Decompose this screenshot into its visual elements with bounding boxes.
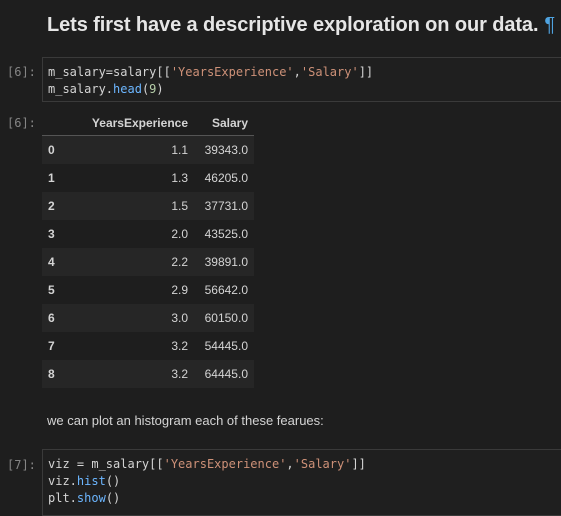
row-index: 5 — [48, 283, 55, 297]
table-row: 7 3.2 54445.0 — [42, 332, 254, 360]
row-index: 1 — [48, 171, 55, 185]
table-row: 6 3.0 60150.0 — [42, 304, 254, 332]
cell-yearsexperience: 2.0 — [171, 227, 188, 241]
notebook-page: Lets first have a descriptive exploratio… — [0, 0, 561, 516]
code-text: viz.hist() — [48, 474, 121, 488]
code-line-1: viz = m_salary[['YearsExperience','Salar… — [48, 456, 556, 473]
cell-salary: 37731.0 — [194, 192, 254, 220]
index-header — [42, 110, 82, 136]
row-index: 6 — [42, 304, 82, 332]
code-text: viz = m_salary[['YearsExperience','Salar… — [48, 457, 366, 471]
code-cell-6[interactable]: m_salary=salary[['YearsExperience','Sala… — [42, 57, 561, 102]
code-line-2: m_salary.head(9) — [48, 81, 556, 98]
table-body: 0 1.1 39343.0 1 1.3 46205.0 2 1.5 37731.0 3 2.0 435… — [42, 135, 254, 388]
table-row: 5 2.9 56642.0 — [42, 276, 254, 304]
input-prompt-7: [7]: — [7, 458, 36, 472]
dataframe-table: YearsExperience Salary 0 1.1 39343.0 1 1.3 46… — [42, 110, 254, 388]
table-row: 1 1.3 46205.0 — [42, 164, 254, 192]
row-index: 0 — [42, 135, 82, 164]
cell-salary: 60150.0 — [194, 304, 254, 332]
cell-salary: 54445.0 — [204, 339, 248, 353]
cell-yearsexperience: 3.2 — [171, 339, 188, 353]
table-row: 0 1.1 39343.0 — [42, 135, 254, 164]
table-header-row: YearsExperience Salary — [42, 110, 254, 136]
code-text: plt.show() — [48, 491, 121, 505]
column-header-yearsexperience: YearsExperience — [82, 110, 194, 136]
row-index: 3 — [48, 227, 55, 241]
cell-salary: 39891.0 — [194, 248, 254, 276]
output-prompt-6: [6]: — [7, 116, 36, 130]
markdown-paragraph: we can plot an histogram each of these f… — [47, 413, 324, 428]
heading-text: Lets first have a descriptive exploratio… — [47, 14, 539, 36]
row-index: 4 — [42, 248, 82, 276]
markdown-heading: Lets first have a descriptive exploratio… — [47, 14, 555, 37]
column-header-salary: Salary — [194, 110, 254, 136]
table-row: 2 1.5 37731.0 — [42, 192, 254, 220]
cell-salary: 64445.0 — [194, 360, 254, 388]
cell-salary: 43525.0 — [204, 227, 248, 241]
code-line-1: m_salary=salary[['YearsExperience','Sala… — [48, 64, 556, 81]
row-index: 2 — [42, 192, 82, 220]
cell-yearsexperience: 2.2 — [82, 248, 194, 276]
anchor-link-icon[interactable]: ¶ — [544, 14, 555, 36]
table-row: 4 2.2 39891.0 — [42, 248, 254, 276]
cell-yearsexperience: 1.1 — [82, 135, 194, 164]
table-row: 8 3.2 64445.0 — [42, 360, 254, 388]
cell-yearsexperience: 2.9 — [171, 283, 188, 297]
code-text: m_salary.head(9) — [48, 82, 164, 96]
code-line-3: plt.show() — [48, 490, 556, 507]
cell-salary: 46205.0 — [204, 171, 248, 185]
table-row: 3 2.0 43525.0 — [42, 220, 254, 248]
input-prompt-6: [6]: — [7, 65, 36, 79]
cell-salary: 56642.0 — [204, 283, 248, 297]
code-cell-7[interactable]: viz = m_salary[['YearsExperience','Salar… — [42, 449, 561, 516]
cell-yearsexperience: 3.0 — [82, 304, 194, 332]
cell-yearsexperience: 1.3 — [171, 171, 188, 185]
cell-yearsexperience: 3.2 — [82, 360, 194, 388]
code-line-2: viz.hist() — [48, 473, 556, 490]
row-index: 8 — [42, 360, 82, 388]
code-text: m_salary=salary[['YearsExperience','Sala… — [48, 65, 374, 79]
row-index: 7 — [48, 339, 55, 353]
cell-salary: 39343.0 — [194, 135, 254, 164]
cell-yearsexperience: 1.5 — [82, 192, 194, 220]
